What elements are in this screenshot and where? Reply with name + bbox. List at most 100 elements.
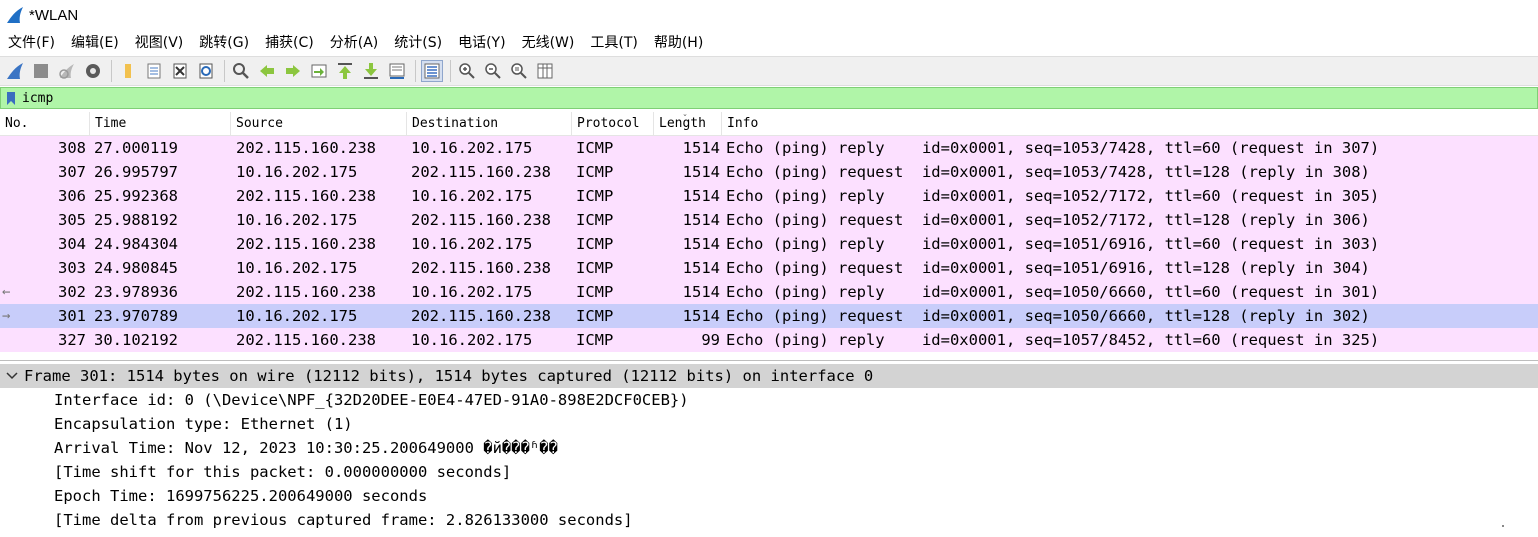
column-header-no[interactable]: No. [0, 111, 90, 136]
table-row[interactable]: 303 24.980845 10.16.202.175 202.115.160.238… [0, 256, 1538, 280]
last-packet-button[interactable] [360, 60, 382, 82]
packet-list-header: No. Time Source Destination Protocol ˇ Le… [0, 111, 1538, 136]
cell-source: 10.16.202.175 [231, 208, 407, 232]
zoom-normal-button[interactable] [508, 60, 530, 82]
cell-no: → 301 [0, 304, 90, 328]
table-row[interactable]: 307 26.995797 10.16.202.175 202.115.160.238… [0, 160, 1538, 184]
table-row[interactable]: 308 27.000119 202.115.160.238 10.16.202.175… [0, 136, 1538, 160]
cell-time-text: 25.992368 [94, 187, 178, 205]
frame-tree-item[interactable]: Frame 301: 1514 bytes on wire (12112 bit… [0, 364, 1538, 388]
detail-epoch-time[interactable]: Epoch Time: 1699756225.200649000 seconds [0, 484, 1538, 508]
menu-analyze[interactable]: 分析(A) [326, 32, 383, 52]
zoom-in-button[interactable] [456, 60, 478, 82]
table-row[interactable]: 306 25.992368 202.115.160.238 10.16.202.175… [0, 184, 1538, 208]
cell-no: 303 [0, 256, 90, 280]
column-header-protocol[interactable]: Protocol [572, 111, 654, 136]
cell-protocol: ICMP [572, 232, 654, 256]
cell-destination: 202.115.160.238 [407, 256, 572, 280]
go-forward-button[interactable] [282, 60, 304, 82]
cell-time: 25.988192 [90, 208, 231, 232]
display-filter-input[interactable] [18, 88, 1537, 108]
detail-encapsulation-type[interactable]: Encapsulation type: Ethernet (1) [0, 412, 1538, 436]
restart-capture-button[interactable] [56, 60, 78, 82]
column-header-destination[interactable]: Destination [407, 111, 572, 136]
colorize-icon [424, 63, 440, 79]
resize-columns-icon [537, 63, 553, 79]
window-title: *WLAN [29, 6, 79, 24]
zoom-out-icon [485, 63, 501, 79]
zoom-out-button[interactable] [482, 60, 504, 82]
cell-length-text: 1514 [682, 259, 720, 277]
toolbar-separator [111, 60, 112, 82]
table-row[interactable]: → 301 23.970789 10.16.202.175 202.115.160.23… [0, 304, 1538, 328]
cell-time-text: 27.000119 [94, 139, 178, 157]
save-file-button[interactable] [143, 60, 165, 82]
menu-file[interactable]: 文件(F) [4, 32, 59, 52]
colorize-button[interactable] [421, 60, 443, 82]
cell-time: 27.000119 [90, 136, 231, 160]
column-header-length[interactable]: ˇ Length [654, 111, 722, 136]
scroll-dot [1502, 525, 1504, 527]
menu-tools[interactable]: 工具(T) [586, 32, 641, 52]
cell-time: 24.980845 [90, 256, 231, 280]
bookmark-icon [7, 91, 15, 105]
cell-protocol-text: ICMP [576, 187, 614, 205]
menu-capture[interactable]: 捕获(C) [261, 32, 318, 52]
menu-telephony[interactable]: 电话(Y) [454, 32, 509, 52]
cell-source-text: 202.115.160.238 [236, 139, 376, 157]
table-row[interactable]: ← 302 23.978936 202.115.160.238 10.16.202.17… [0, 280, 1538, 304]
shark-fin-start-icon [7, 63, 23, 79]
cell-no-text: 308 [58, 139, 86, 157]
cell-no-text: 303 [58, 259, 86, 277]
capture-options-button[interactable] [82, 60, 104, 82]
cell-length-text: 1514 [682, 163, 720, 181]
related-packet-arrow-icon: → [2, 308, 11, 324]
close-file-button[interactable] [169, 60, 191, 82]
menu-edit[interactable]: 编辑(E) [67, 32, 123, 52]
column-header-info[interactable]: Info [722, 112, 1538, 136]
cell-info: Echo (ping) reply id=0x0001, seq=1053/74… [722, 136, 1538, 160]
cell-info-text: Echo (ping) reply id=0x0001, seq=1050/66… [726, 283, 1380, 301]
table-row[interactable]: 304 24.984304 202.115.160.238 10.16.202.175… [0, 232, 1538, 256]
go-to-packet-icon [311, 64, 327, 78]
column-header-time[interactable]: Time [90, 111, 231, 136]
cell-protocol-text: ICMP [576, 211, 614, 229]
cell-time-text: 25.988192 [94, 211, 178, 229]
find-packet-button[interactable] [230, 60, 252, 82]
go-forward-icon [286, 65, 300, 77]
stop-capture-button[interactable] [30, 60, 52, 82]
go-to-packet-button[interactable] [308, 60, 330, 82]
detail-time-shift[interactable]: [Time shift for this packet: 0.000000000… [0, 460, 1538, 484]
close-file-icon [173, 63, 187, 79]
first-packet-button[interactable] [334, 60, 356, 82]
autoscroll-button[interactable] [386, 60, 408, 82]
reload-file-button[interactable] [195, 60, 217, 82]
cell-source: 10.16.202.175 [231, 160, 407, 184]
resize-columns-button[interactable] [534, 60, 556, 82]
cell-info-text: Echo (ping) request id=0x0001, seq=1051/… [726, 259, 1370, 277]
detail-arrival-time[interactable]: Arrival Time: Nov 12, 2023 10:30:25.2006… [0, 436, 1538, 460]
table-row[interactable]: 327 30.102192 202.115.160.238 10.16.202.175… [0, 328, 1538, 352]
open-file-button[interactable] [117, 60, 139, 82]
cell-length-text: 1514 [682, 187, 720, 205]
menu-statistics[interactable]: 统计(S) [390, 32, 446, 52]
cell-no-text: 301 [58, 307, 86, 325]
start-capture-button[interactable] [4, 60, 26, 82]
cell-protocol: ICMP [572, 136, 654, 160]
menu-wireless[interactable]: 无线(W) [518, 32, 579, 52]
packet-rows: 308 27.000119 202.115.160.238 10.16.202.175… [0, 136, 1538, 352]
go-back-button[interactable] [256, 60, 278, 82]
cell-destination: 10.16.202.175 [407, 280, 572, 304]
cell-protocol-text: ICMP [576, 259, 614, 277]
detail-time-delta[interactable]: [Time delta from previous captured frame… [0, 508, 1538, 532]
column-header-source[interactable]: Source [231, 111, 407, 136]
table-row[interactable]: 305 25.988192 10.16.202.175 202.115.160.238… [0, 208, 1538, 232]
cell-info-text: Echo (ping) reply id=0x0001, seq=1052/71… [726, 187, 1380, 205]
menu-view[interactable]: 视图(V) [131, 32, 188, 52]
menu-go[interactable]: 跳转(G) [195, 32, 253, 52]
detail-interface-id[interactable]: Interface id: 0 (\Device\NPF_{32D20DEE-E… [0, 388, 1538, 412]
filter-bookmark-button[interactable] [4, 89, 18, 107]
expand-toggle[interactable] [0, 364, 24, 388]
menu-help[interactable]: 帮助(H) [650, 32, 707, 52]
cell-length: 1514 [654, 304, 722, 328]
